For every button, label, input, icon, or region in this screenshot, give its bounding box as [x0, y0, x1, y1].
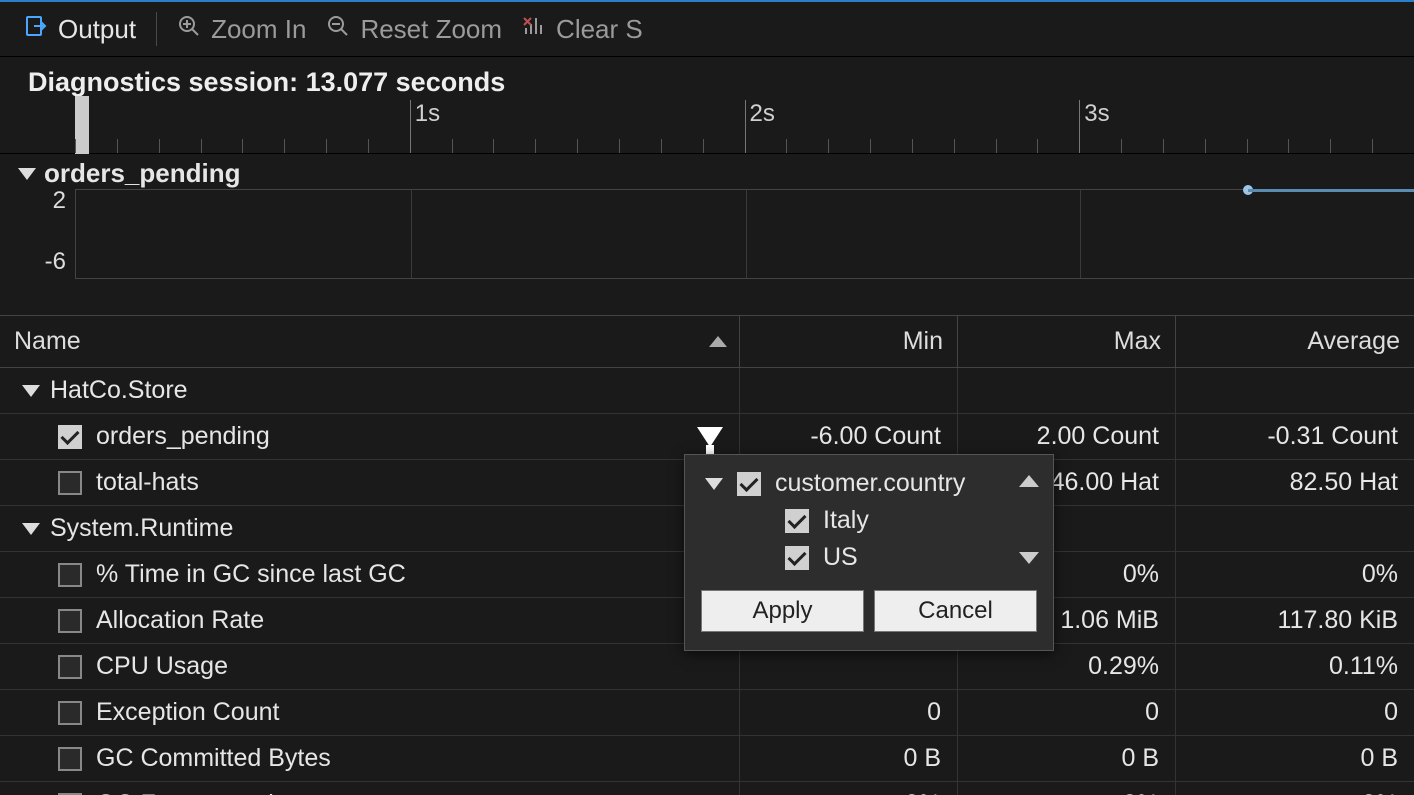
export-icon — [24, 14, 48, 45]
session-label: Diagnostics session: 13.077 seconds — [0, 57, 1414, 98]
col-min-label: Min — [903, 327, 943, 356]
metric-name: Allocation Rate — [96, 606, 264, 635]
avg-cell: 117.80 KiB — [1176, 598, 1414, 643]
toolbar-separator — [156, 12, 157, 46]
zoom-in-button[interactable]: Zoom In — [167, 10, 316, 49]
scroll-up-icon[interactable] — [1019, 475, 1039, 487]
col-avg[interactable]: Average — [1176, 316, 1414, 367]
metric-name: % Time in GC since last GC — [96, 560, 406, 589]
reset-zoom-icon — [326, 14, 350, 45]
avg-cell: 0.11% — [1176, 644, 1414, 689]
dimension-label: customer.country — [775, 469, 965, 498]
collapse-icon — [18, 168, 36, 180]
avg-cell: 0% — [1176, 782, 1414, 795]
table-row[interactable]: GC Committed Bytes0 B0 B0 B — [0, 736, 1414, 782]
filter-option-row[interactable]: Italy — [685, 502, 1053, 539]
min-cell: -6.00 Count — [740, 414, 958, 459]
avg-cell: 0 — [1176, 690, 1414, 735]
table-group-row[interactable]: HatCo.Store — [0, 368, 1414, 414]
avg-cell: 82.50 Hat — [1176, 460, 1414, 505]
row-checkbox[interactable] — [58, 655, 82, 679]
max-cell: 0 B — [958, 736, 1176, 781]
option-label: Italy — [823, 506, 869, 535]
counter-chart[interactable]: 2 -6 — [75, 189, 1414, 279]
max-cell: 0% — [958, 782, 1176, 795]
min-cell: 0 B — [740, 736, 958, 781]
ruler-tick: 2s — [745, 100, 746, 153]
metric-name: CPU Usage — [96, 652, 228, 681]
avg-cell: -0.31 Count — [1176, 414, 1414, 459]
ylabel-top: 2 — [53, 187, 76, 215]
table-header: Name Min Max Average — [0, 316, 1414, 368]
metric-name: GC Fragmentation — [96, 790, 302, 795]
avg-cell: 0% — [1176, 552, 1414, 597]
output-button[interactable]: Output — [14, 10, 146, 49]
option-checkbox[interactable] — [785, 509, 809, 533]
row-checkbox[interactable] — [58, 609, 82, 633]
zoom-in-label: Zoom In — [211, 14, 306, 45]
group-label: HatCo.Store — [50, 376, 188, 405]
timeline-ruler[interactable]: 1s2s3s4s — [0, 100, 1414, 154]
collapse-icon — [22, 523, 40, 535]
cancel-button[interactable]: Cancel — [874, 590, 1037, 632]
metric-name: orders_pending — [96, 422, 270, 451]
max-cell: 0 — [958, 690, 1176, 735]
min-cell: 0% — [740, 782, 958, 795]
reset-zoom-button[interactable]: Reset Zoom — [316, 10, 512, 49]
filter-option-row[interactable]: US — [685, 539, 1053, 576]
metric-name: total-hats — [96, 468, 199, 497]
row-checkbox[interactable] — [58, 471, 82, 495]
col-name[interactable]: Name — [0, 316, 740, 367]
collapse-icon — [22, 385, 40, 397]
group-label: System.Runtime — [50, 514, 233, 543]
clear-button[interactable]: Clear S — [512, 10, 653, 49]
data-line — [1248, 189, 1414, 192]
collapse-icon — [705, 478, 723, 490]
filter-icon[interactable] — [697, 427, 723, 447]
row-checkbox[interactable] — [58, 563, 82, 587]
metric-name: Exception Count — [96, 698, 279, 727]
playhead[interactable] — [75, 96, 89, 154]
option-checkbox[interactable] — [785, 546, 809, 570]
ruler-tick: 3s — [1079, 100, 1080, 153]
option-label: US — [823, 543, 858, 572]
table-row[interactable]: GC Fragmentation0%0%0% — [0, 782, 1414, 795]
dimension-checkbox[interactable] — [737, 472, 761, 496]
col-min[interactable]: Min — [740, 316, 958, 367]
col-max-label: Max — [1114, 327, 1161, 356]
row-checkbox[interactable] — [58, 701, 82, 725]
clear-label: Clear S — [556, 14, 643, 45]
zoom-in-icon — [177, 14, 201, 45]
filter-dimension-row[interactable]: customer.country — [685, 465, 1053, 502]
reset-zoom-label: Reset Zoom — [360, 14, 502, 45]
sort-asc-icon — [709, 336, 727, 347]
filter-popup: customer.country Italy US Apply Cancel — [684, 454, 1054, 651]
col-max[interactable]: Max — [958, 316, 1176, 367]
output-label: Output — [58, 14, 136, 45]
col-avg-label: Average — [1307, 327, 1400, 356]
max-cell: 2.00 Count — [958, 414, 1176, 459]
ylabel-bottom: -6 — [45, 248, 76, 276]
min-cell: 0 — [740, 690, 958, 735]
counter-name: orders_pending — [44, 158, 240, 189]
clear-icon — [522, 14, 546, 45]
ruler-tick: 1s — [410, 100, 411, 153]
metric-name: GC Committed Bytes — [96, 744, 331, 773]
row-checkbox[interactable] — [58, 425, 82, 449]
col-name-label: Name — [14, 327, 81, 356]
counter-header[interactable]: orders_pending — [0, 154, 1414, 189]
popup-buttons: Apply Cancel — [685, 576, 1053, 636]
toolbar: Output Zoom In Reset Zoom Clear S — [0, 2, 1414, 57]
row-checkbox[interactable] — [58, 747, 82, 771]
avg-cell: 0 B — [1176, 736, 1414, 781]
table-row[interactable]: Exception Count000 — [0, 690, 1414, 736]
scroll-down-icon[interactable] — [1019, 552, 1039, 564]
apply-button[interactable]: Apply — [701, 590, 864, 632]
